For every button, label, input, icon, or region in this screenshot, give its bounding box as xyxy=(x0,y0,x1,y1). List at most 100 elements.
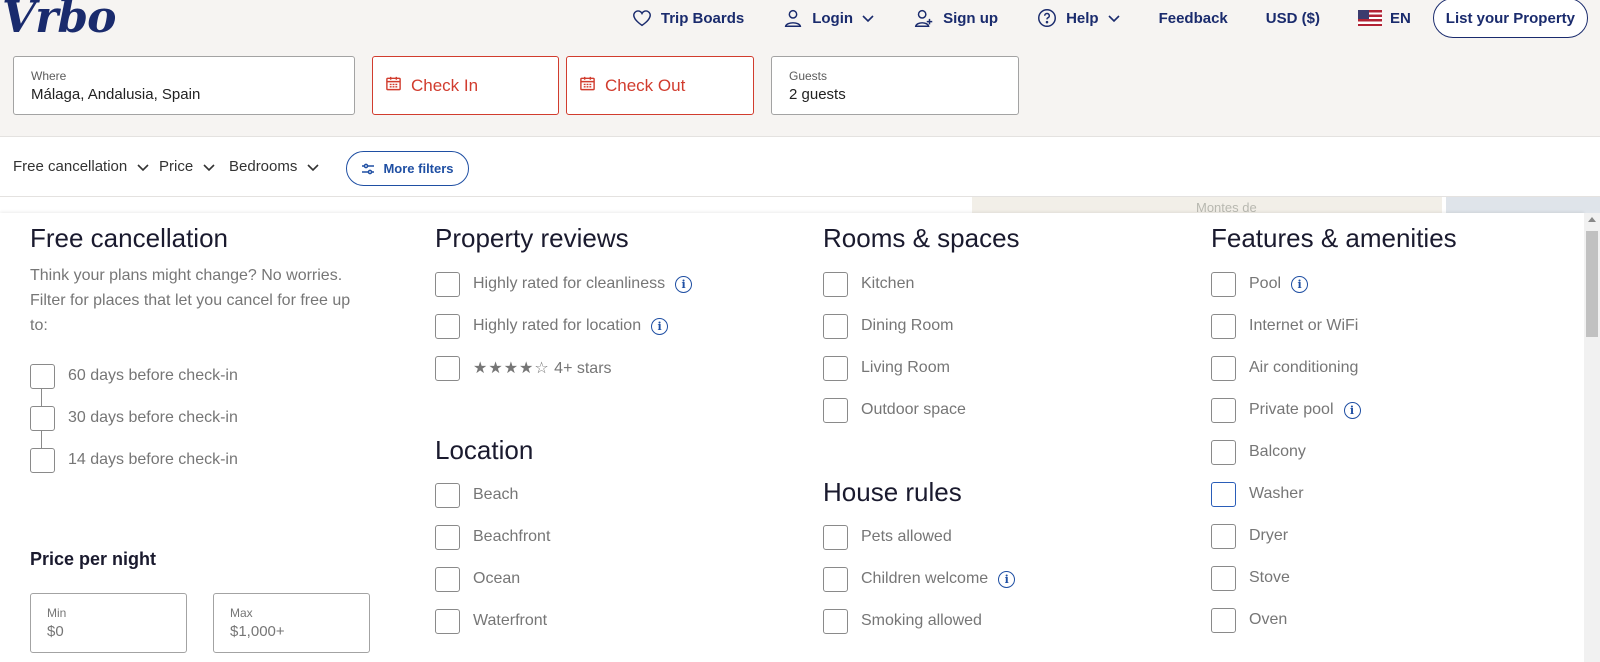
check-out-field[interactable]: Check Out xyxy=(566,56,754,115)
checkbox[interactable] xyxy=(823,313,848,339)
house-rule-option[interactable]: Children welcome i xyxy=(823,566,1016,592)
option-label: 30 days before check-in xyxy=(68,409,238,426)
check-in-field[interactable]: Check In xyxy=(372,56,559,115)
checkbox[interactable] xyxy=(823,271,848,297)
where-field[interactable]: Where Málaga, Andalusia, Spain xyxy=(13,56,355,115)
login-label: Login xyxy=(812,9,854,27)
checkbox[interactable] xyxy=(30,363,55,389)
scroll-up-arrow-icon[interactable] xyxy=(1588,217,1596,222)
help-circle-icon xyxy=(1038,9,1057,27)
vrbo-logo[interactable]: Vrbo xyxy=(2,0,116,43)
room-option[interactable]: Living Room xyxy=(823,355,950,381)
checkbox[interactable] xyxy=(823,608,848,634)
checkbox[interactable] xyxy=(435,271,460,297)
amenity-option[interactable]: Washer xyxy=(1211,481,1304,507)
checkbox[interactable] xyxy=(435,566,460,592)
room-option[interactable]: Dining Room xyxy=(823,313,953,339)
option-label: Balcony xyxy=(1249,443,1306,460)
amenity-option[interactable]: Balcony xyxy=(1211,439,1306,465)
sign-up-link[interactable]: Sign up xyxy=(913,7,998,29)
checkbox[interactable] xyxy=(1211,565,1236,591)
amenity-option[interactable]: Pool i xyxy=(1211,271,1309,297)
review-option[interactable]: Highly rated for cleanliness i xyxy=(435,271,693,297)
feedback-link[interactable]: Feedback xyxy=(1159,10,1228,27)
option-label: Internet or WiFi xyxy=(1249,317,1359,334)
language-selector[interactable]: EN xyxy=(1357,10,1411,27)
info-icon[interactable]: i xyxy=(1343,401,1361,419)
house-rule-option[interactable]: Pets allowed xyxy=(823,524,952,550)
chevron-down-icon xyxy=(137,163,149,171)
help-label: Help xyxy=(1066,9,1099,27)
checkbox[interactable] xyxy=(1211,397,1236,423)
amenity-option[interactable]: Dryer xyxy=(1211,523,1288,549)
top-navigation: Trip Boards Login Sign up Help Feedback … xyxy=(593,0,1600,38)
option-label: Ocean xyxy=(473,570,521,587)
cancellation-option[interactable]: 14 days before check-in xyxy=(30,447,238,473)
bedrooms-filter[interactable]: Bedrooms xyxy=(229,158,319,175)
checkbox[interactable] xyxy=(1211,355,1236,381)
checkbox[interactable] xyxy=(1211,523,1236,549)
amenity-option[interactable]: Internet or WiFi xyxy=(1211,313,1358,339)
checkbox[interactable] xyxy=(823,566,848,592)
chevron-down-icon xyxy=(203,163,215,171)
scrollbar-thumb[interactable] xyxy=(1586,231,1598,337)
price-min-input[interactable]: Min $0 xyxy=(30,593,187,653)
guests-value: 2 guests xyxy=(789,86,846,103)
amenity-option[interactable]: Oven xyxy=(1211,607,1287,633)
checkbox[interactable] xyxy=(30,405,55,431)
amenity-option[interactable]: Private pool i xyxy=(1211,397,1361,423)
sign-up-label: Sign up xyxy=(943,9,999,27)
location-option[interactable]: Waterfront xyxy=(435,608,547,634)
checkbox[interactable] xyxy=(435,482,460,508)
checkbox[interactable] xyxy=(823,397,848,423)
panel-scrollbar[interactable] xyxy=(1584,213,1600,662)
help-menu[interactable]: Help xyxy=(1036,7,1121,29)
list-property-button[interactable]: List your Property xyxy=(1432,0,1588,38)
price-max-input[interactable]: Max $1,000+ xyxy=(213,593,370,653)
check-in-placeholder: Check In xyxy=(411,76,479,95)
review-option[interactable]: Highly rated for location i xyxy=(435,313,669,339)
info-icon[interactable]: i xyxy=(1291,275,1309,293)
price-max-label: Max xyxy=(230,606,253,620)
room-option[interactable]: Outdoor space xyxy=(823,397,966,423)
checkbox[interactable] xyxy=(1211,271,1236,297)
checkbox[interactable] xyxy=(1211,439,1236,465)
checkbox[interactable] xyxy=(823,524,848,550)
checkbox[interactable] xyxy=(30,447,55,473)
option-label: Washer xyxy=(1249,485,1304,502)
cancellation-option[interactable]: 30 days before check-in xyxy=(30,405,238,431)
review-option[interactable]: ★★★★☆ 4+ stars xyxy=(435,355,612,381)
checkbox[interactable] xyxy=(435,355,460,381)
amenity-option[interactable]: Air conditioning xyxy=(1211,355,1358,381)
us-flag-icon xyxy=(1357,10,1382,26)
checkbox[interactable] xyxy=(823,355,848,381)
free-cancellation-filter[interactable]: Free cancellation xyxy=(13,158,149,175)
info-icon[interactable]: i xyxy=(998,570,1016,588)
house-rule-option[interactable]: Smoking allowed xyxy=(823,608,982,634)
checkbox[interactable] xyxy=(1211,313,1236,339)
features-amenities-title: Features & amenities xyxy=(1211,223,1457,253)
more-filters-button[interactable]: More filters xyxy=(346,151,469,186)
info-icon[interactable]: i xyxy=(651,317,669,335)
rooms-spaces-title: Rooms & spaces xyxy=(823,223,1020,253)
checkbox[interactable] xyxy=(435,313,460,339)
option-label: 60 days before check-in xyxy=(68,367,238,384)
cancellation-option[interactable]: 60 days before check-in xyxy=(30,363,238,389)
price-min-value: $0 xyxy=(47,623,64,640)
checkbox[interactable] xyxy=(435,608,460,634)
currency-selector[interactable]: USD ($) xyxy=(1266,10,1320,27)
checkbox[interactable] xyxy=(1211,481,1236,507)
checkbox[interactable] xyxy=(1211,607,1236,633)
login-menu[interactable]: Login xyxy=(782,7,875,29)
price-filter[interactable]: Price xyxy=(159,158,215,175)
location-option[interactable]: Beach xyxy=(435,482,518,508)
option-label: ★★★★☆ 4+ stars xyxy=(473,358,612,378)
location-option[interactable]: Ocean xyxy=(435,566,520,592)
guests-field[interactable]: Guests 2 guests xyxy=(771,56,1019,115)
checkbox[interactable] xyxy=(435,524,460,550)
room-option[interactable]: Kitchen xyxy=(823,271,914,297)
trip-boards-link[interactable]: Trip Boards xyxy=(631,7,744,29)
location-option[interactable]: Beachfront xyxy=(435,524,550,550)
info-icon[interactable]: i xyxy=(675,275,693,293)
amenity-option[interactable]: Stove xyxy=(1211,565,1290,591)
